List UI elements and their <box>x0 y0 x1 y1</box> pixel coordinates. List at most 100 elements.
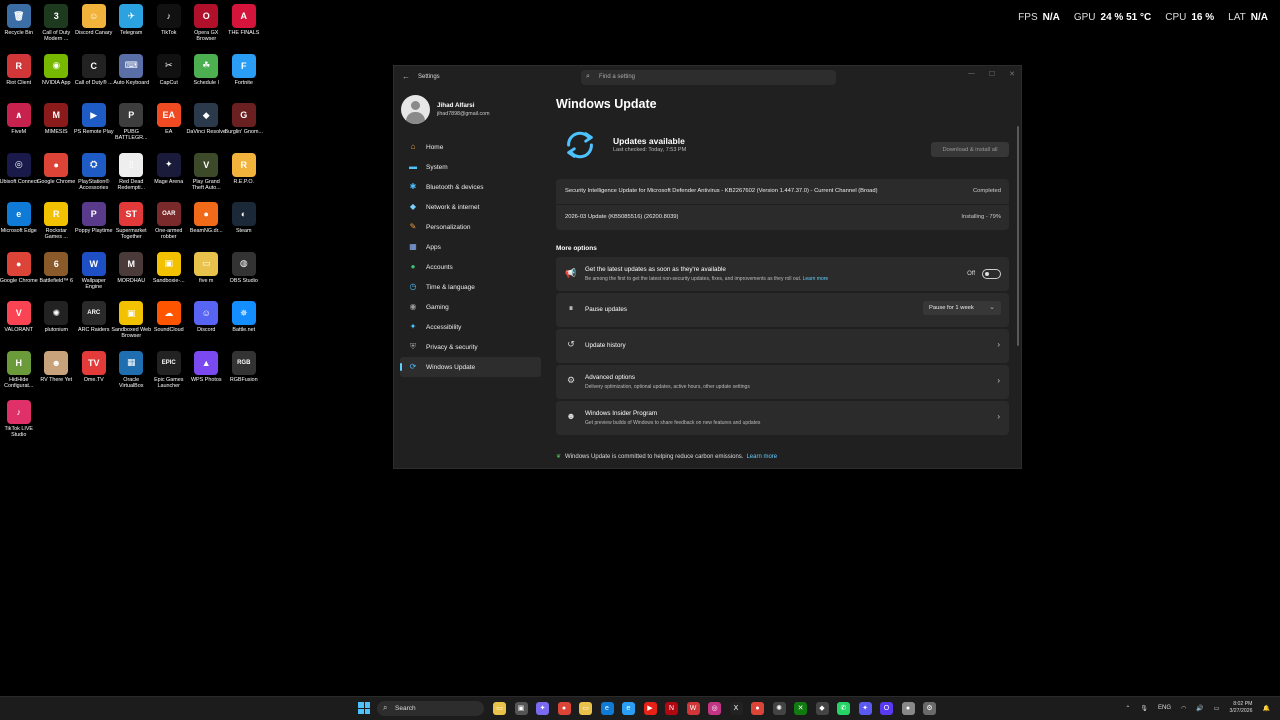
minimize-icon[interactable]: — <box>968 70 975 78</box>
sidebar-item-bluetooth[interactable]: ✱ Bluetooth & devices <box>400 177 541 197</box>
desktop-icon[interactable]: ⌨ Auto Keyboard <box>113 50 151 100</box>
desktop-icon[interactable]: ⛭ PlayStation® Accessories <box>75 149 113 199</box>
desktop-icon[interactable]: ● Google Chrome <box>0 248 38 298</box>
desktop-icon[interactable]: H HidHide Configurat... <box>0 347 38 397</box>
desktop-icon[interactable]: O Opera GX Browser <box>188 0 226 50</box>
desktop-icon[interactable]: ☻ RV There Yet <box>38 347 76 397</box>
desktop-icon[interactable]: G Burglin' Gnom... <box>225 99 263 149</box>
learn-more-link[interactable]: Learn more <box>803 276 829 282</box>
desktop-icon[interactable]: ▯ Red Dead Redempti... <box>113 149 151 199</box>
whatsapp-icon[interactable]: ✆ <box>837 702 850 715</box>
desktop-icon[interactable]: ∧ FiveM <box>0 99 38 149</box>
xbox-icon[interactable]: ✕ <box>794 702 807 715</box>
wifi-icon[interactable]: ◠ <box>1181 705 1186 712</box>
settings-search-input[interactable]: ⌕ Find a setting <box>581 70 836 85</box>
desktop-icon[interactable]: ✺ plutonium <box>38 297 76 347</box>
desktop-icon[interactable]: ARC ARC Raiders <box>75 297 113 347</box>
desktop-icon[interactable]: ☺ Discord <box>188 297 226 347</box>
desktop-icon[interactable]: e Microsoft Edge <box>0 198 38 248</box>
desktop-icon[interactable]: W Wallpaper Engine <box>75 248 113 298</box>
scrollbar[interactable] <box>1017 126 1019 346</box>
user-profile[interactable]: Jihad Alfarsi jihad7898@gmail.com <box>401 95 541 125</box>
taskbar-search[interactable]: ⌕ Search <box>377 701 484 716</box>
settings-icon[interactable]: ⚙ <box>923 702 936 715</box>
desktop-icon[interactable]: ▣ Sandboxie-... <box>150 248 188 298</box>
desktop-icon[interactable]: V VALORANT <box>0 297 38 347</box>
desktop-icon[interactable]: C Call of Duty® ... <box>75 50 113 100</box>
sidebar-item-privacy-security[interactable]: ⛨ Privacy & security <box>400 337 541 357</box>
desktop-icon[interactable]: R Riot Client <box>0 50 38 100</box>
desktop-icon[interactable]: EA EA <box>150 99 188 149</box>
start-button[interactable] <box>358 702 370 714</box>
sidebar-item-time-language[interactable]: ◷ Time & language <box>400 277 541 297</box>
advanced-options-option[interactable]: ⚙ Advanced options Delivery optimization… <box>556 365 1009 399</box>
desktop-icon[interactable]: RGB RGBFusion <box>225 347 263 397</box>
chatgpt-icon[interactable]: ✺ <box>772 702 786 715</box>
copilot-icon[interactable]: ✦ <box>536 702 549 715</box>
sidebar-item-windows-update[interactable]: ⟳ Windows Update <box>400 357 541 377</box>
desktop-icon[interactable]: ◆ DaVinci Resolve <box>187 99 226 149</box>
desktop-icon[interactable]: 3 Call of Duty Modern ... <box>38 0 76 50</box>
desktop-icon[interactable]: M MORDHAU <box>113 248 151 298</box>
volume-icon[interactable]: 🔊 <box>1196 705 1203 712</box>
desktop-icon[interactable]: ▶ PS Remote Play <box>74 99 114 149</box>
edge-beta-icon[interactable]: e <box>622 702 635 715</box>
youtube-icon[interactable]: ▶ <box>643 702 657 715</box>
file-explorer-icon[interactable]: ▭ <box>493 702 506 715</box>
desktop-icon[interactable]: F Fortnite <box>225 50 263 100</box>
language-indicator[interactable]: ENG <box>1158 705 1171 711</box>
sidebar-item-apps[interactable]: ▦ Apps <box>400 237 541 257</box>
desktop-icon[interactable]: 🗑 Recycle Bin <box>0 0 38 50</box>
desktop-icon[interactable]: OAR One-armed robber <box>150 198 188 248</box>
desktop-icon[interactable]: R Rockstar Games ... <box>38 198 76 248</box>
desktop-icon[interactable]: ◐ Steam <box>225 198 263 248</box>
clock[interactable]: 8:02 PM 3/27/2026 <box>1229 701 1252 715</box>
desktop-icon[interactable]: A THE FINALS <box>225 0 263 50</box>
desktop-icon[interactable]: P PUBG BATTLEGR... <box>113 99 151 149</box>
folder-icon[interactable]: ▭ <box>579 702 592 715</box>
desktop-icon[interactable]: ST Supermarket Together <box>113 198 151 248</box>
sidebar-item-network[interactable]: ◆ Network & internet <box>400 197 541 217</box>
instagram-icon[interactable]: ◎ <box>708 702 721 715</box>
desktop-icon[interactable]: TV Ome.TV <box>75 347 113 397</box>
desktop-icon[interactable]: ▭ five m <box>188 248 226 298</box>
desktop-icon[interactable]: ♪ TikTok <box>150 0 188 50</box>
sidebar-item-personalization[interactable]: ✎ Personalization <box>400 217 541 237</box>
desktop-icon[interactable]: ☁ SoundCloud <box>150 297 188 347</box>
edge-icon[interactable]: e <box>600 702 614 715</box>
desktop-icon[interactable]: ☘ Schedule I <box>188 50 226 100</box>
desktop-icon[interactable]: ◎ Ubisoft Connect <box>0 149 38 199</box>
desktop-icon[interactable]: ✂ CapCut <box>150 50 188 100</box>
sidebar-item-home[interactable]: ⌂ Home <box>400 137 541 157</box>
sidebar-item-accounts[interactable]: ● Accounts <box>400 257 541 277</box>
desktop-icon[interactable]: ◍ OBS Studio <box>225 248 263 298</box>
notification-bell-icon[interactable]: 🔔 <box>1263 705 1270 712</box>
desktop-icon[interactable]: ✵ Battle.net <box>225 297 263 347</box>
desktop-icon[interactable]: ◉ NVIDIA App <box>38 50 76 100</box>
x-icon[interactable]: X <box>729 702 743 715</box>
chevron-up-icon[interactable]: ⌃ <box>1125 705 1130 712</box>
chrome-icon[interactable]: ● <box>751 702 764 715</box>
desktop-icon[interactable]: ♪ TikTok LIVE Studio <box>0 396 38 446</box>
desktop-icon[interactable]: 6 Battlefield™ 6 <box>38 248 76 298</box>
sidebar-item-accessibility[interactable]: ✦ Accessibility <box>400 317 541 337</box>
sidebar-item-gaming[interactable]: ◉ Gaming <box>400 297 541 317</box>
desktop-icon[interactable]: ▲ WPS Photos <box>188 347 226 397</box>
pause-duration-select[interactable]: Pause for 1 week ⌄ <box>923 301 1001 315</box>
windows-insider-option[interactable]: ☻ Windows Insider Program Get preview bu… <box>556 401 1009 435</box>
desktop-icon[interactable]: P Poppy Playtime <box>75 198 113 248</box>
desktop-icon[interactable]: ● BeamNG.dr... <box>188 198 226 248</box>
desktop-icon[interactable]: ✈ Telegram <box>113 0 151 50</box>
latest-updates-toggle[interactable] <box>982 269 1001 279</box>
desktop-icon[interactable]: ☺ Discord Canary <box>75 0 113 50</box>
microphone-icon[interactable]: 🎙 <box>1140 705 1148 712</box>
desktop-icon[interactable]: EPIC Epic Games Launcher <box>150 347 188 397</box>
update-history-option[interactable]: ↺ Update history › <box>556 329 1009 363</box>
download-install-all-button[interactable]: Download & install all <box>931 142 1009 157</box>
wps-office-icon[interactable]: W <box>686 702 700 715</box>
task-view-icon[interactable]: ▣ <box>514 702 528 715</box>
carbon-learn-more-link[interactable]: Learn more <box>746 454 777 460</box>
desktop-icon[interactable]: ▣ Sandboxed Web Browser <box>111 297 151 347</box>
desktop-icon[interactable]: R R.E.P.O. <box>225 149 263 199</box>
desktop-icon[interactable]: M MIMESIS <box>38 99 76 149</box>
